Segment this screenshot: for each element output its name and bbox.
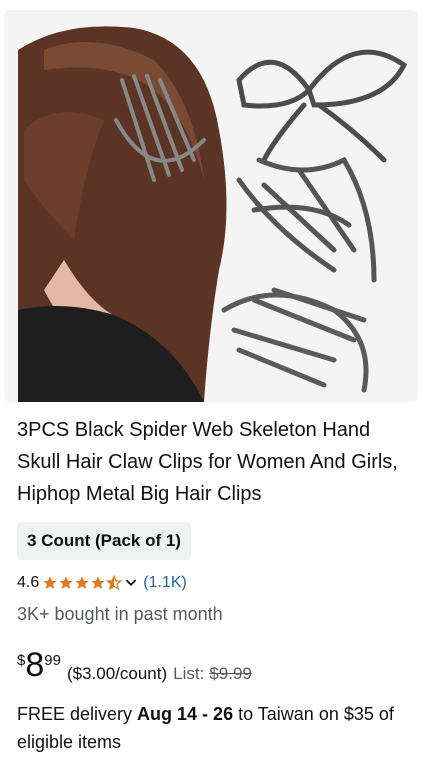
star-full-icon (59, 576, 73, 589)
star-rating[interactable] (42, 575, 123, 591)
unit-price: ($3.00/count) (66, 664, 168, 683)
star-full-icon (75, 576, 89, 589)
price-currency: $ (17, 652, 26, 669)
variant-chip[interactable]: 3 Count (Pack of 1) (17, 522, 191, 560)
delivery-prefix: FREE delivery (17, 704, 133, 724)
product-image[interactable] (4, 10, 418, 402)
price-whole: 8 (25, 646, 45, 684)
rating-row[interactable]: 4.6 (1.1K) (17, 572, 187, 594)
product-photo-illustration (4, 10, 418, 402)
chevron-down-icon[interactable] (124, 576, 138, 590)
price-row: $ 8 99 ($3.00/count) List: $9.99 (17, 648, 252, 684)
star-half-icon (106, 575, 123, 591)
star-full-icon (43, 576, 57, 589)
list-price: $9.99 (209, 664, 252, 683)
star-full-icon (91, 576, 105, 589)
product-title[interactable]: 3PCS Black Spider Web Skeleton Hand Skul… (17, 414, 412, 510)
list-price-label: List: (173, 664, 205, 683)
price-fraction: 99 (44, 652, 61, 669)
bought-badge: 3K+ bought in past month (17, 604, 223, 624)
product-card[interactable]: 3PCS Black Spider Web Skeleton Hand Skul… (0, 0, 425, 759)
delivery-info: FREE delivery Aug 14 - 26 to Taiwan on $… (17, 700, 412, 756)
rating-value: 4.6 (17, 574, 40, 591)
delivery-dates: Aug 14 - 26 (137, 704, 234, 724)
review-count-link[interactable]: (1.1K) (143, 574, 187, 592)
